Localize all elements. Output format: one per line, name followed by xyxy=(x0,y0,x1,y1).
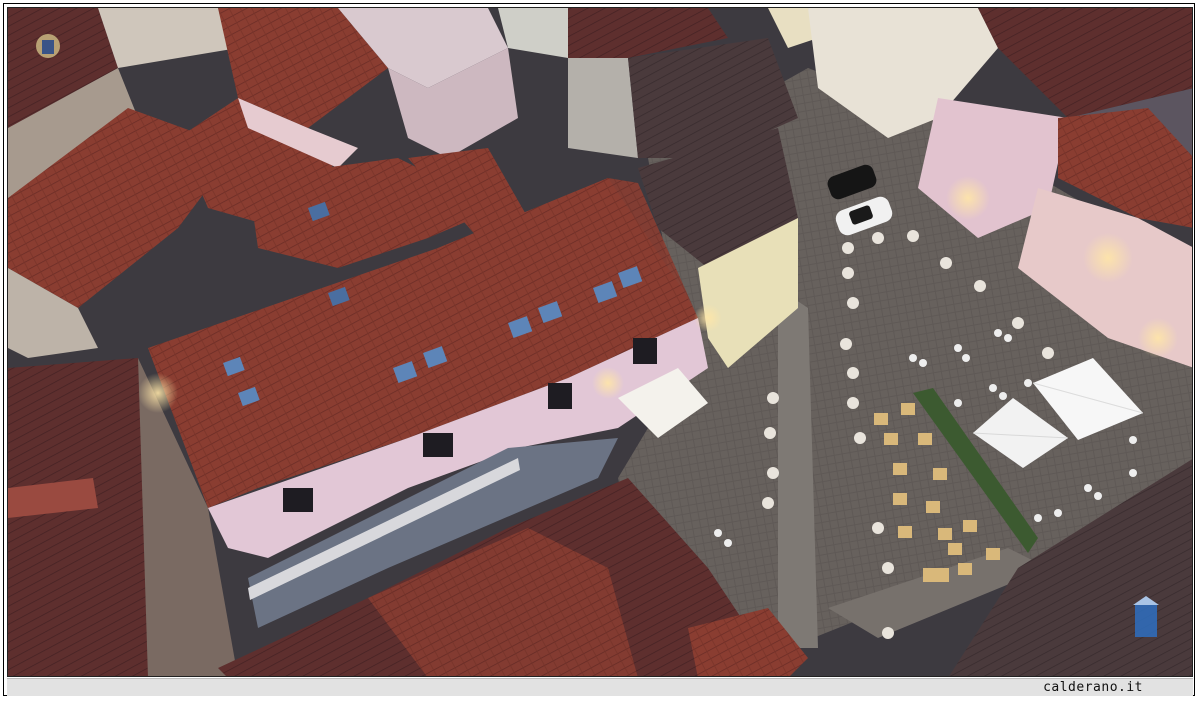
crest-icon xyxy=(36,34,60,58)
aerial-photo xyxy=(7,7,1193,677)
site-caption: calderano.it xyxy=(1043,680,1143,695)
caption-bar: calderano.it xyxy=(7,678,1193,696)
